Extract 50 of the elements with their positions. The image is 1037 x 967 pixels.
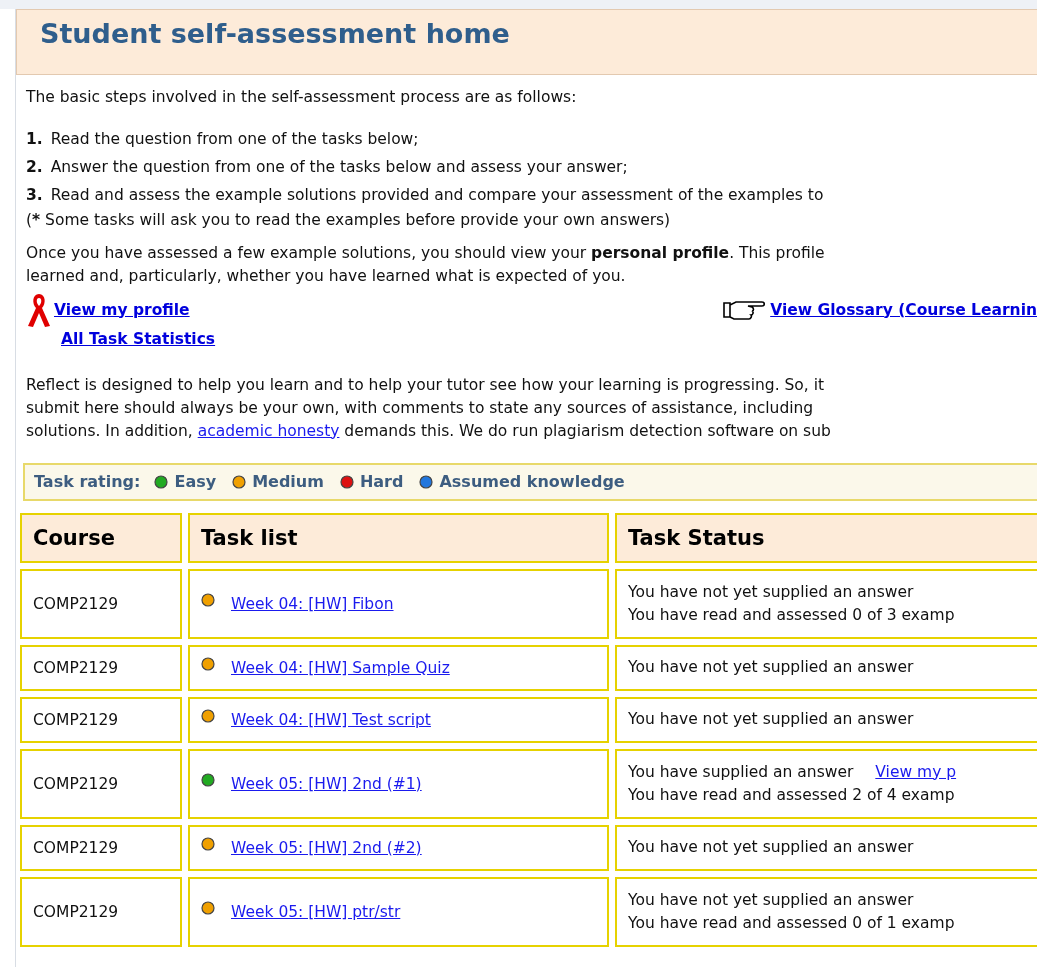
status-text: You have not yet supplied an answer bbox=[628, 657, 914, 678]
table-cell: COMP2129 bbox=[20, 568, 182, 639]
column-header: Task list bbox=[188, 512, 609, 563]
status-text: You have not yet supplied an answer bbox=[628, 837, 914, 858]
step-number: 3. bbox=[26, 184, 43, 206]
status-text: You have supplied an answer bbox=[628, 761, 854, 783]
status-text: You have not yet supplied an answer bbox=[628, 709, 914, 730]
view-profile-link[interactable]: View my profile bbox=[54, 300, 190, 319]
table-cell: COMP2129 bbox=[20, 696, 182, 743]
table-cell: COMP2129 bbox=[20, 876, 182, 947]
table-cell: COMP2129 bbox=[20, 824, 182, 871]
note-text: (* Some tasks will ask you to read the examples before provide your own answers) bbox=[26, 209, 672, 231]
task-statistics-link[interactable]: All Task Statistics bbox=[61, 329, 216, 348]
task-link[interactable]: Week 05: [HW] 2nd (#1) bbox=[231, 774, 422, 793]
view-link[interactable]: View my p bbox=[875, 760, 957, 784]
paragraph-line: solutions. In addition, academic honesty demands this. We do run plagiarism detection software on sub bbox=[26, 420, 832, 442]
step-number: 2. bbox=[26, 156, 43, 178]
ribbon-icon bbox=[26, 291, 52, 328]
intro-text: The basic steps involved in the self-assessment process are as follows: bbox=[26, 87, 578, 108]
page-title: Student self-assessment home bbox=[40, 18, 510, 49]
status-text: You have read and assessed 0 of 3 examp bbox=[628, 604, 955, 626]
legend-label: Task rating: bbox=[34, 472, 141, 491]
legend-label: Easy bbox=[174, 472, 217, 491]
task-link[interactable]: Week 04: [HW] Sample Quiz bbox=[231, 658, 450, 677]
table-cell: COMP2129 bbox=[20, 644, 182, 691]
task-link[interactable]: Week 05: [HW] 2nd (#2) bbox=[231, 838, 422, 857]
status-text: You have read and assessed 2 of 4 examp bbox=[628, 784, 955, 806]
step-number: 1. bbox=[26, 128, 43, 150]
table-cell: COMP2129 bbox=[20, 748, 182, 819]
step-text: Read the question from one of the tasks below; bbox=[50, 128, 419, 150]
legend-label: Medium bbox=[252, 472, 324, 491]
paragraph-line: submit here should always be your own, with comments to state any sources of assistance, including bbox=[26, 397, 815, 419]
column-header: Course bbox=[20, 512, 182, 563]
task-link[interactable]: Week 04: [HW] Fibon bbox=[231, 594, 394, 613]
legend-label: Hard bbox=[359, 472, 404, 491]
task-link[interactable]: Week 04: [HW] Test script bbox=[231, 710, 431, 729]
status-text: You have read and assessed 0 of 1 examp bbox=[628, 912, 955, 934]
status-text: You have not yet supplied an answer bbox=[628, 889, 914, 911]
status-text: You have not yet supplied an answer bbox=[628, 581, 914, 603]
step-text: Answer the question from one of the tasks below and assess your answer; bbox=[50, 156, 628, 178]
academic-honesty-link[interactable]: academic honesty bbox=[197, 421, 340, 440]
column-header: Task Status bbox=[615, 512, 1037, 563]
glossary-link[interactable]: View Glossary (Course Learnin bbox=[770, 300, 1037, 319]
paragraph-line: Reflect is designed to help you learn and to help your tutor see how your learning is progressing. So, it bbox=[26, 374, 826, 396]
paragraph-line: Once you have assessed a few example solutions, you should view your personal profile. This profile bbox=[26, 242, 826, 264]
pointing-hand-icon bbox=[722, 298, 767, 321]
task-link[interactable]: Week 05: [HW] ptr/str bbox=[231, 902, 401, 921]
step-text: Read and assess the example solutions provided and compare your assessment of the examples to bbox=[50, 184, 824, 206]
legend-label: Assumed knowledge bbox=[439, 472, 625, 491]
paragraph-line: learned and, particularly, whether you have learned what is expected of you. bbox=[26, 265, 627, 287]
